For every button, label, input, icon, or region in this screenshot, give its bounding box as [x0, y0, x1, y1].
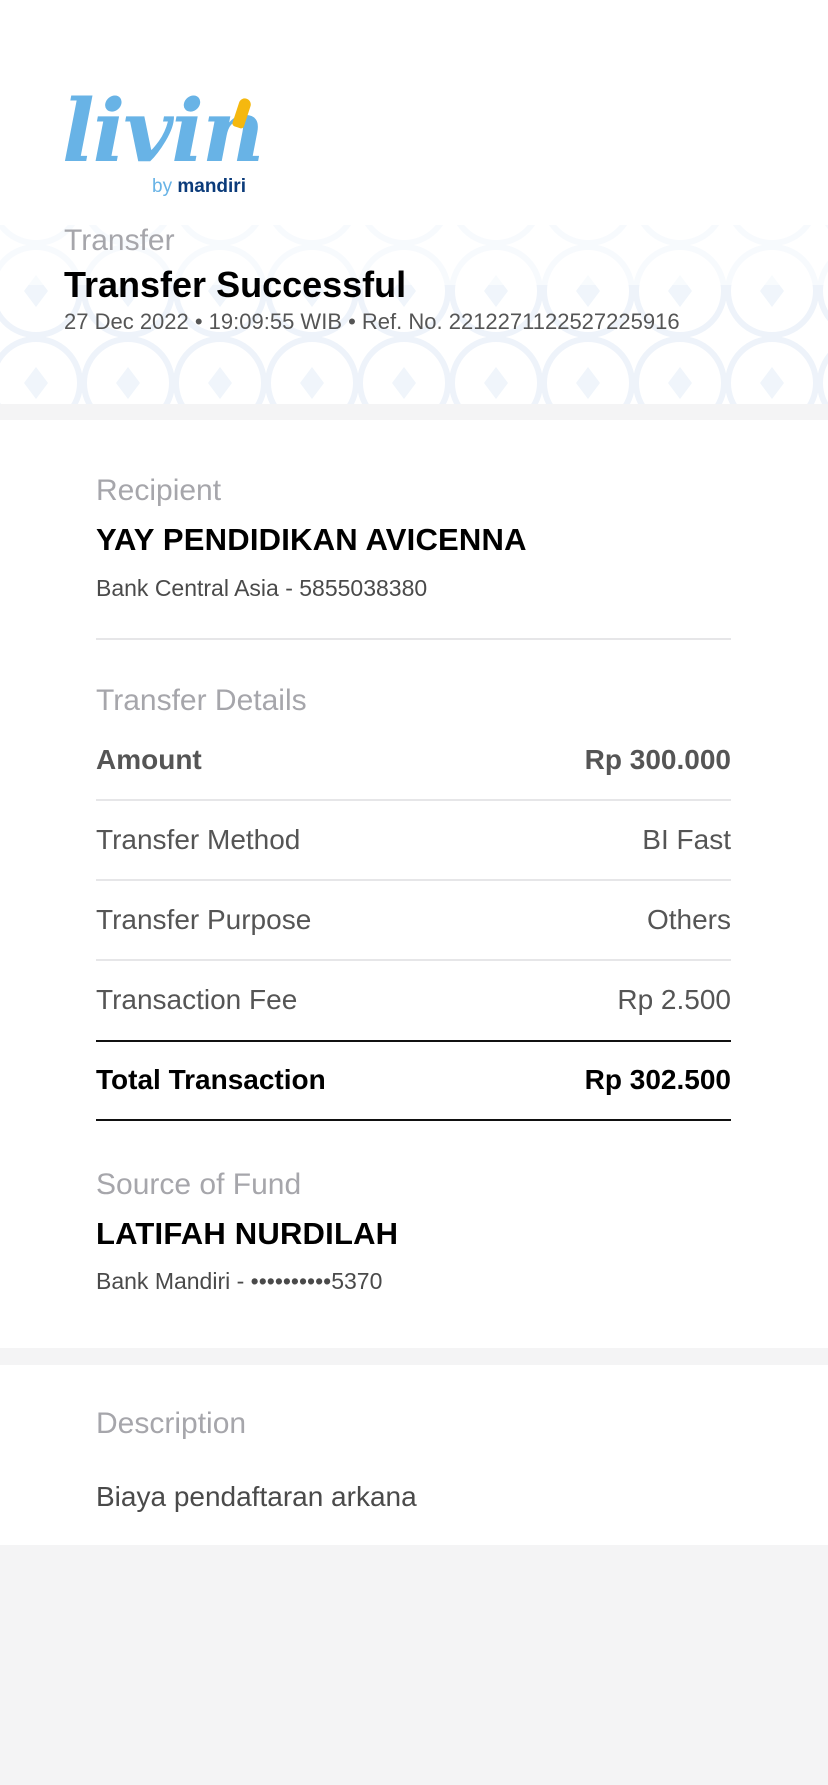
description-text: Biaya pendaftaran arkana	[96, 1481, 417, 1512]
detail-row-amount: Amount Rp 300.000	[96, 744, 731, 784]
detail-value: BI Fast	[642, 824, 731, 855]
total-key: Total Transaction	[96, 1064, 326, 1095]
recipient-account: Bank Central Asia - 5855038380	[96, 575, 428, 601]
total-divider-bottom	[96, 1119, 731, 1121]
total-divider-top	[96, 1040, 731, 1042]
source-account: Bank Mandiri - ••••••••••5370	[96, 1268, 383, 1294]
detail-key: Transfer Purpose	[96, 904, 312, 935]
source-of-fund-label: Source of Fund	[96, 1168, 302, 1201]
detail-row-transaction-fee: Transaction Fee Rp 2.500	[96, 984, 731, 1024]
page-title: Transfer Successful	[64, 264, 407, 305]
description-card: Description Biaya pendaftaran arkana	[0, 1365, 828, 1545]
detail-key: Transaction Fee	[96, 984, 298, 1015]
logo-wordmark: livin	[62, 81, 265, 182]
description-label: Description	[96, 1407, 247, 1440]
detail-row-total: Total Transaction Rp 302.500	[96, 1064, 731, 1104]
transaction-category: Transfer	[64, 224, 175, 257]
source-name: LATIFAH NURDILAH	[96, 1216, 399, 1251]
detail-value: Others	[646, 904, 731, 935]
logo-byline: by mandiri	[152, 176, 246, 197]
detail-key: Amount	[96, 744, 202, 775]
total-value: Rp 302.500	[584, 1064, 731, 1095]
detail-row-transfer-purpose: Transfer Purpose Others	[96, 904, 731, 944]
detail-value: Rp 300.000	[584, 744, 731, 775]
divider	[96, 638, 731, 640]
detail-key: Transfer Method	[96, 824, 301, 855]
detail-value: Rp 2.500	[617, 984, 731, 1015]
recipient-label: Recipient	[96, 474, 222, 507]
transaction-meta: 27 Dec 2022 • 19:09:55 WIB • Ref. No. 22…	[64, 309, 680, 334]
divider	[96, 799, 731, 801]
transfer-details-label: Transfer Details	[96, 684, 307, 717]
divider	[96, 879, 731, 881]
recipient-name: YAY PENDIDIKAN AVICENNA	[96, 522, 527, 557]
divider	[96, 959, 731, 961]
receipt-main-card: Recipient YAY PENDIDIKAN AVICENNA Bank C…	[0, 420, 828, 1348]
livin-logo: livin by mandiri	[62, 81, 265, 204]
receipt-header: livin by mandiri Transfer Transfer Succe…	[0, 0, 828, 404]
detail-row-transfer-method: Transfer Method BI Fast	[96, 824, 731, 864]
